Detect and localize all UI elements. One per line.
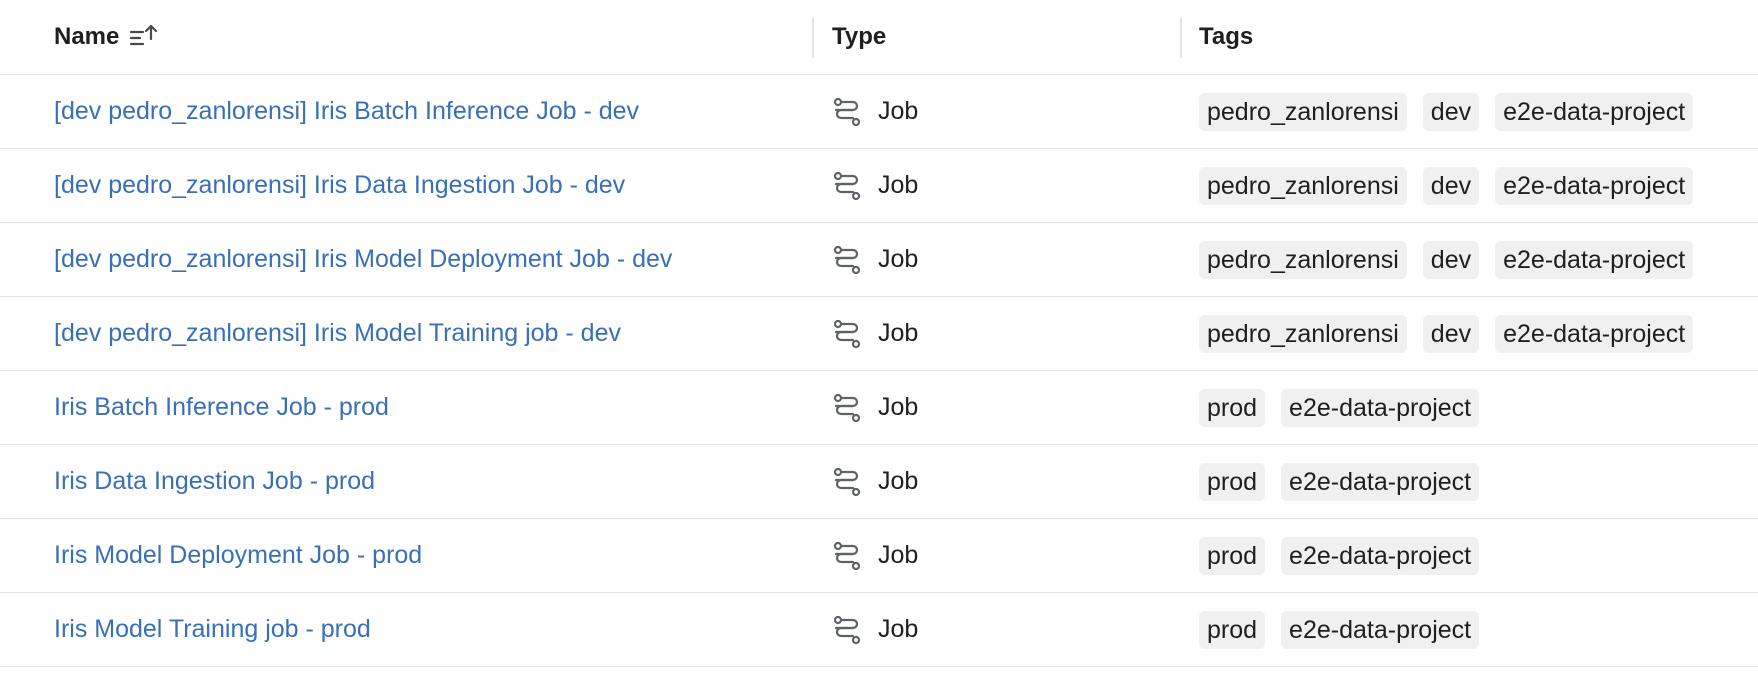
- column-header-type-label: Type: [832, 23, 887, 50]
- job-name-link[interactable]: Iris Model Training job - prod: [54, 615, 371, 644]
- type-cell: Job: [832, 223, 918, 296]
- column-header-name-label: Name: [54, 23, 120, 50]
- column-header-tags-label: Tags: [1199, 23, 1254, 50]
- tag-chip[interactable]: e2e-data-project: [1281, 462, 1480, 501]
- job-name-link[interactable]: Iris Batch Inference Job - prod: [54, 393, 389, 422]
- table-body: [dev pedro_zanlorensi] Iris Batch Infere…: [0, 75, 1758, 667]
- name-cell: Iris Model Training job - prod: [54, 593, 371, 666]
- job-workflow-icon: [832, 467, 862, 497]
- tags-cell: pedro_zanlorensi dev e2e-data-project: [1199, 149, 1709, 222]
- job-workflow-icon: [832, 245, 862, 275]
- table-row[interactable]: Iris Model Deployment Job - prod Job prod e…: [0, 519, 1758, 593]
- type-cell: Job: [832, 297, 918, 370]
- table-row[interactable]: [dev pedro_zanlorensi] Iris Batch Infere…: [0, 75, 1758, 149]
- tag-chip[interactable]: prod: [1199, 388, 1266, 427]
- tag-chip[interactable]: prod: [1199, 462, 1266, 501]
- table-row[interactable]: [dev pedro_zanlorensi] Iris Data Ingesti…: [0, 149, 1758, 223]
- type-cell: Job: [832, 149, 918, 222]
- column-header-tags[interactable]: Tags: [1199, 0, 1253, 74]
- name-cell: [dev pedro_zanlorensi] Iris Data Ingesti…: [54, 149, 625, 222]
- tags-cell: pedro_zanlorensi dev e2e-data-project: [1199, 223, 1709, 296]
- type-label: Job: [878, 171, 919, 199]
- table-row[interactable]: Iris Model Training job - prod Job prod e2e…: [0, 593, 1758, 667]
- job-name-link[interactable]: [dev pedro_zanlorensi] Iris Batch Infere…: [54, 97, 639, 126]
- job-workflow-icon: [832, 171, 862, 201]
- tag-chip[interactable]: pedro_zanlorensi: [1199, 92, 1407, 131]
- job-workflow-icon: [832, 615, 862, 645]
- tag-chip[interactable]: dev: [1422, 240, 1480, 279]
- type-label: Job: [878, 541, 919, 569]
- tag-chip[interactable]: e2e-data-project: [1495, 92, 1694, 131]
- tags-cell: prod e2e-data-project: [1199, 445, 1495, 518]
- column-resize-handle[interactable]: [1180, 18, 1182, 58]
- job-workflow-icon: [832, 541, 862, 571]
- table-row[interactable]: Iris Data Ingestion Job - prod Job prod e2e…: [0, 445, 1758, 519]
- name-cell: [dev pedro_zanlorensi] Iris Model Deploy…: [54, 223, 672, 296]
- name-cell: [dev pedro_zanlorensi] Iris Model Traini…: [54, 297, 621, 370]
- tag-chip[interactable]: prod: [1199, 610, 1266, 649]
- tag-chip[interactable]: pedro_zanlorensi: [1199, 240, 1407, 279]
- job-workflow-icon: [832, 319, 862, 349]
- type-label: Job: [878, 615, 919, 643]
- column-header-name[interactable]: Name: [54, 0, 159, 74]
- tag-chip[interactable]: e2e-data-project: [1281, 388, 1480, 427]
- tag-chip[interactable]: pedro_zanlorensi: [1199, 314, 1407, 353]
- tag-chip[interactable]: e2e-data-project: [1495, 240, 1694, 279]
- job-name-link[interactable]: Iris Model Deployment Job - prod: [54, 541, 422, 570]
- type-cell: Job: [832, 593, 918, 666]
- type-cell: Job: [832, 445, 918, 518]
- column-header-type[interactable]: Type: [832, 0, 886, 74]
- tag-chip[interactable]: e2e-data-project: [1281, 536, 1480, 575]
- name-cell: Iris Data Ingestion Job - prod: [54, 445, 375, 518]
- tag-chip[interactable]: dev: [1422, 314, 1480, 353]
- type-label: Job: [878, 97, 919, 125]
- table-row[interactable]: Iris Batch Inference Job - prod Job prod e2…: [0, 371, 1758, 445]
- type-label: Job: [878, 245, 919, 273]
- tags-cell: pedro_zanlorensi dev e2e-data-project: [1199, 297, 1709, 370]
- tag-chip[interactable]: prod: [1199, 536, 1266, 575]
- tags-cell: prod e2e-data-project: [1199, 371, 1495, 444]
- table-row[interactable]: [dev pedro_zanlorensi] Iris Model Traini…: [0, 297, 1758, 371]
- job-name-link[interactable]: [dev pedro_zanlorensi] Iris Data Ingesti…: [54, 171, 625, 200]
- tag-chip[interactable]: dev: [1422, 92, 1480, 131]
- type-cell: Job: [832, 75, 918, 148]
- type-label: Job: [878, 467, 919, 495]
- name-cell: Iris Model Deployment Job - prod: [54, 519, 422, 592]
- tags-cell: prod e2e-data-project: [1199, 519, 1495, 592]
- tag-chip[interactable]: dev: [1422, 166, 1480, 205]
- job-name-link[interactable]: [dev pedro_zanlorensi] Iris Model Traini…: [54, 319, 621, 348]
- tag-chip[interactable]: pedro_zanlorensi: [1199, 166, 1407, 205]
- job-workflow-icon: [832, 393, 862, 423]
- tag-chip[interactable]: e2e-data-project: [1495, 314, 1694, 353]
- column-resize-handle[interactable]: [812, 18, 814, 58]
- job-name-link[interactable]: [dev pedro_zanlorensi] Iris Model Deploy…: [54, 245, 672, 274]
- tag-chip[interactable]: e2e-data-project: [1495, 166, 1694, 205]
- type-cell: Job: [832, 371, 918, 444]
- table-row[interactable]: [dev pedro_zanlorensi] Iris Model Deploy…: [0, 223, 1758, 297]
- type-label: Job: [878, 393, 919, 421]
- sort-ascending-icon[interactable]: [129, 23, 159, 51]
- job-name-link[interactable]: Iris Data Ingestion Job - prod: [54, 467, 375, 496]
- table-header: Name Type Tags: [0, 0, 1758, 75]
- resources-table: Name Type Tags [dev pedro_zanlorensi] Ir…: [0, 0, 1758, 667]
- type-label: Job: [878, 319, 919, 347]
- tag-chip[interactable]: e2e-data-project: [1281, 610, 1480, 649]
- name-cell: [dev pedro_zanlorensi] Iris Batch Infere…: [54, 75, 639, 148]
- job-workflow-icon: [832, 97, 862, 127]
- tags-cell: pedro_zanlorensi dev e2e-data-project: [1199, 75, 1709, 148]
- type-cell: Job: [832, 519, 918, 592]
- tags-cell: prod e2e-data-project: [1199, 593, 1495, 666]
- name-cell: Iris Batch Inference Job - prod: [54, 371, 389, 444]
